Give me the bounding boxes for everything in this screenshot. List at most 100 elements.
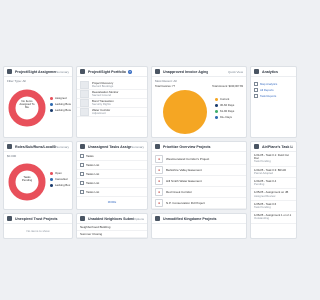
folder-icon xyxy=(80,69,85,74)
legend-swatch xyxy=(50,108,53,112)
quick-view-link[interactable]: Quick View xyxy=(228,70,243,74)
status-icon xyxy=(7,144,12,149)
legend-swatch xyxy=(215,97,218,101)
map-pin-icon[interactable]: ● xyxy=(155,188,163,196)
legend-swatch xyxy=(215,109,218,113)
map-pin-icon[interactable]: ● xyxy=(155,199,163,207)
aging-pie xyxy=(163,90,207,134)
list-item[interactable]: Project Recovery Record Bookings xyxy=(77,81,147,90)
project-row[interactable]: ● Hill Smith Water Easement xyxy=(152,176,246,187)
task-row[interactable]: Tasks List xyxy=(77,161,147,170)
more-link[interactable]: MORE xyxy=(77,200,147,204)
thumbnail xyxy=(80,90,89,98)
unassigned-tasks-card: Unassigned Tasks Assigned ToSummary Task… xyxy=(76,141,148,210)
analytics-link[interactable]: All Reports xyxy=(254,88,293,92)
project-row[interactable]: ● Berkshire Valley Easement xyxy=(152,165,246,176)
task-label: Tasks List xyxy=(86,163,100,167)
task-list-item[interactable]: 1/26/25 - Assignment 1 on 2.1 Outstanding xyxy=(251,212,296,224)
task-row[interactable]: Tasks List xyxy=(77,170,147,179)
project-name: Hill Smith Water Easement xyxy=(166,179,202,183)
task-icon xyxy=(80,144,85,149)
list-item[interactable]: Summer Closing xyxy=(77,231,147,238)
card-title: Unmodified Kingdome Projects xyxy=(163,216,217,221)
project-name: N.P. Conservation Rd Project xyxy=(166,201,205,205)
card-title: Unexpired Trust Projects xyxy=(15,216,58,221)
map-pin-icon[interactable]: ● xyxy=(155,166,163,174)
thumbnail xyxy=(80,99,89,107)
project-icon xyxy=(155,216,160,221)
summary-link[interactable]: Summary xyxy=(56,145,69,149)
task-label: Tasks List xyxy=(86,190,100,194)
task-list-item[interactable]: 1/21/25 - Task 0.1: Field Cut Doc Task Pe… xyxy=(251,152,296,167)
card-title: Roles/Sub/Runs/LocalStatus xyxy=(15,144,57,149)
legend-label: Lacking Bow xyxy=(55,108,71,112)
card-title: Analytics xyxy=(262,69,278,74)
project-row[interactable]: ● Red Creek Corridor xyxy=(152,187,246,198)
legend-label: Lacking Bow xyxy=(55,102,71,106)
task-label: Tasks List xyxy=(86,172,100,176)
assignment-status-card: Project/Sight Assignment StatusSummary F… xyxy=(3,66,73,138)
checkbox[interactable] xyxy=(80,172,84,176)
pie-slice-current xyxy=(163,90,207,134)
card-title: Prioritize Overview Projects xyxy=(163,144,211,149)
project-name: Berkshire Valley Easement xyxy=(166,168,202,172)
list-item[interactable]: Water Corridor Adjustment xyxy=(77,108,147,117)
task-list-card: Air/Plane's Task List 1/21/25 - Task 0.1… xyxy=(250,141,297,239)
legend-label: Current xyxy=(220,97,230,101)
summary-link[interactable]: Summary xyxy=(56,70,69,74)
legend-swatch xyxy=(50,102,53,106)
list-item[interactable]: Reevaluation Monitor Sacred Ground xyxy=(77,90,147,99)
amount: $0.000 xyxy=(7,154,17,158)
item-label: Neighborhood Building xyxy=(80,225,111,229)
list-icon xyxy=(254,144,259,149)
donut-center-label: Pending xyxy=(21,178,33,183)
project-row[interactable]: ● Westmoreland Corridor's Project xyxy=(152,154,246,165)
task-row[interactable]: Tasks List xyxy=(77,179,147,188)
bullet-icon xyxy=(254,94,258,98)
task-list-item[interactable]: 1/24/25 - Task 0.4 Pending xyxy=(251,178,296,190)
filter-recent[interactable]: Most Recent: All xyxy=(152,77,246,85)
project-name: Westmoreland Corridor's Project xyxy=(166,157,210,161)
checkbox[interactable] xyxy=(80,181,84,185)
analytics-card: Analytics Map Analytics All Reports Task… xyxy=(250,66,297,138)
link-label: Task Reports xyxy=(260,94,277,98)
item-subtitle: Adjustment xyxy=(92,111,106,115)
list-item[interactable]: Neighborhood Building xyxy=(77,224,147,231)
analytics-link[interactable]: Task Reports xyxy=(254,94,293,98)
item-status: Parcel Adopted xyxy=(254,170,273,175)
portfolio-card: Project/Sight Portfolio? Project Recover… xyxy=(76,66,148,138)
legend-label: Open xyxy=(55,171,62,175)
task-list-item[interactable]: 1/25/25 - Task 0.6 Task Pending xyxy=(251,201,296,213)
card-title: Air/Plane's Task List xyxy=(262,144,293,149)
legend-label: 61-90 Days xyxy=(220,109,235,113)
item-status: Task Pending xyxy=(254,205,271,210)
legend-label: 30-60 Days xyxy=(220,103,235,107)
item-status: Pending xyxy=(254,182,265,187)
total-amount: Total Amount: $340,007.83 xyxy=(212,85,243,88)
list-item[interactable]: Bond Transaction Security Rights xyxy=(77,99,147,108)
item-subtitle: Security Rights xyxy=(92,102,111,106)
neighbors-submission-card: Unadded Neighbors SubmissionOptions Neig… xyxy=(76,213,148,239)
item-subtitle: Record Bookings xyxy=(92,84,114,88)
task-row[interactable]: Tasks List xyxy=(77,188,147,197)
kingdome-projects-card: Unmodified Kingdome Projects xyxy=(151,213,247,239)
help-icon[interactable]: ? xyxy=(127,69,132,74)
checkbox[interactable] xyxy=(80,163,84,167)
task-row[interactable]: Tasks xyxy=(77,152,147,161)
bullet-icon xyxy=(254,88,258,92)
task-list-item[interactable]: 1/24/25 - Task 0.3: BR AD Parcel Adopted xyxy=(251,167,296,179)
filter-type[interactable]: Filter Type: All xyxy=(4,77,72,85)
task-label: Tasks List xyxy=(86,181,100,185)
item-status: Assigned Review xyxy=(254,193,276,198)
legend-swatch xyxy=(50,183,53,187)
checkbox[interactable] xyxy=(80,154,84,158)
summary-link[interactable]: Summary xyxy=(131,145,144,149)
analytics-link[interactable]: Map Analytics xyxy=(254,82,293,86)
project-row[interactable]: ● N.P. Conservation Rd Project xyxy=(152,198,246,209)
options-link[interactable]: Options xyxy=(134,217,144,221)
map-pin-icon[interactable]: ● xyxy=(155,177,163,185)
task-list-item[interactable]: 1/25/25 - Assignment on JB Assigned Revie… xyxy=(251,189,296,201)
checkbox[interactable] xyxy=(80,190,84,194)
project-icon xyxy=(7,216,12,221)
map-pin-icon[interactable]: ● xyxy=(155,155,163,163)
